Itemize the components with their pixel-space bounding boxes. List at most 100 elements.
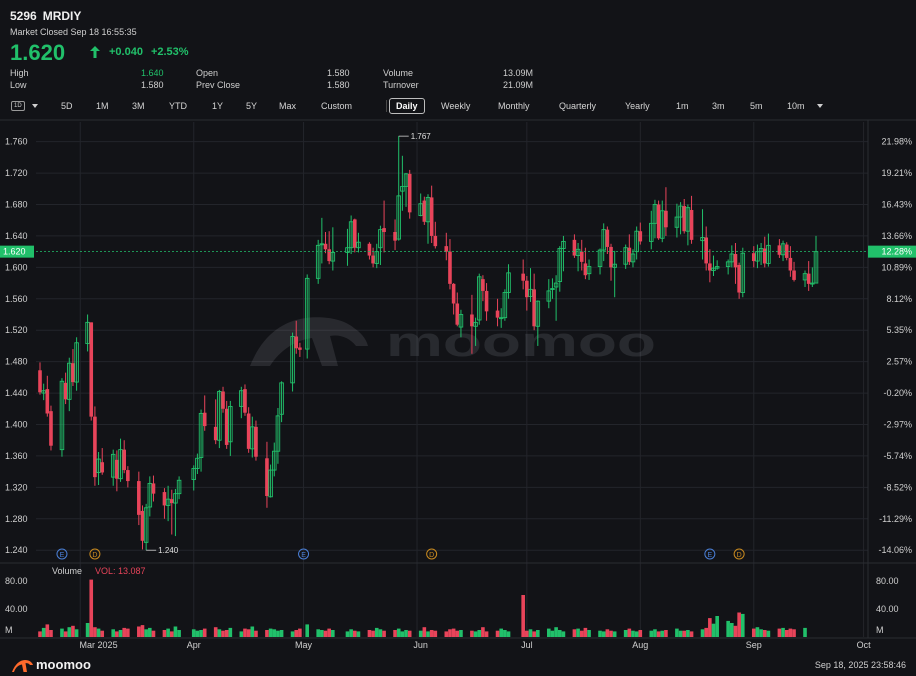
price-tick-label: 1.400 [5, 420, 28, 430]
volume-bar [525, 630, 529, 637]
percent-tick-label: 19.21% [881, 168, 912, 178]
volume-bar [495, 630, 500, 637]
footer-logo-text: moomoo [36, 657, 91, 672]
volume-bar [246, 629, 251, 637]
volume-bar [715, 616, 719, 637]
candle-body [137, 481, 141, 515]
volume-bar [587, 630, 591, 637]
volume-bar [396, 628, 401, 637]
candle-body [751, 253, 756, 262]
volume-bar [448, 629, 452, 637]
percent-tick-label: -2.97% [883, 420, 912, 430]
volume-bar [532, 631, 536, 637]
volume-bar [137, 626, 141, 637]
volume-bar [166, 628, 170, 637]
max-price-label: 1.767 [411, 132, 432, 141]
volume-bar [634, 631, 639, 637]
volume-bar [554, 627, 558, 637]
price-tick-label: 1.600 [5, 262, 28, 272]
candle-body [737, 265, 741, 293]
percent-tick-label: -14.06% [878, 545, 912, 555]
volume-bar [213, 627, 218, 637]
candle-body [762, 248, 767, 264]
candle-body [525, 280, 529, 298]
volume-title: Volume [52, 566, 82, 576]
volume-bar [254, 630, 258, 637]
volume-tick-label: 40.00 [5, 604, 28, 614]
candle-body [382, 228, 386, 232]
candle-body [221, 391, 225, 409]
volume-bar [279, 630, 284, 637]
volume-bar [191, 629, 196, 637]
volume-bar [93, 627, 97, 637]
price-tick-label: 1.280 [5, 514, 28, 524]
volume-bar [151, 630, 156, 637]
price-tick-label: 1.480 [5, 357, 28, 367]
volume-bar [378, 629, 383, 637]
volume-bar [367, 630, 372, 637]
volume-bar [649, 630, 654, 637]
candle-body [484, 290, 489, 312]
candle-body [93, 416, 97, 478]
x-tick-label: Oct [857, 640, 872, 650]
volume-bar [784, 630, 789, 637]
candle-body [265, 458, 269, 496]
candle-body [371, 255, 375, 264]
x-tick-label: Aug [632, 640, 648, 650]
volume-bar [148, 627, 152, 637]
volume-bar [85, 623, 90, 637]
volume-tick-label-right: 40.00 [876, 604, 899, 614]
volume-bar [521, 595, 525, 637]
candle-body [806, 273, 811, 284]
volume-bar [268, 628, 273, 637]
volume-bar [250, 626, 255, 637]
candle-body [151, 483, 156, 494]
percent-tick-label: 10.89% [881, 262, 912, 272]
candle-body [448, 251, 452, 284]
volume-bar [162, 630, 167, 637]
candle-body [470, 314, 474, 327]
volume-bar [609, 630, 613, 637]
volume-bar [623, 630, 628, 637]
price-chart[interactable]: moomoo 1.767 1.240 1.760 1.720 1.680 1.640 1.… [0, 0, 916, 676]
percent-tick-label: -5.74% [883, 451, 912, 461]
volume-bar [272, 629, 277, 637]
volume-tick-label: M [5, 625, 13, 635]
candle-body [682, 206, 687, 232]
volume-bar [316, 629, 320, 637]
candle-body [481, 279, 485, 291]
percent-tick-label: -8.52% [883, 482, 912, 492]
candle-body [572, 239, 577, 256]
volume-bar [429, 630, 434, 637]
candle-body [704, 237, 708, 264]
candle-body [605, 229, 610, 247]
volume-bar [675, 628, 679, 637]
price-tick-label: 1.680 [5, 200, 28, 210]
volume-bar [751, 628, 756, 637]
volume-bar [576, 628, 580, 637]
watermark-text: moomoo [386, 318, 656, 365]
volume-bar [700, 629, 705, 637]
volume-bar [96, 628, 101, 637]
candle-body [169, 499, 174, 504]
volume-bar [481, 627, 485, 637]
price-tick-label: 1.560 [5, 294, 28, 304]
candle-body [532, 289, 536, 327]
volume-bar [638, 630, 643, 637]
candle-body [140, 510, 145, 541]
candle-body [224, 408, 229, 445]
volume-bar [455, 630, 460, 637]
volume-bar [298, 628, 302, 637]
candle-body [429, 197, 434, 236]
volume-bar [503, 630, 507, 637]
volume-bar [71, 625, 75, 637]
volume-bar [60, 628, 64, 637]
watermark: moomoo [250, 317, 656, 366]
candle-body [422, 200, 427, 222]
chart-grid [0, 119, 916, 639]
volume-bar [418, 630, 423, 637]
candle-body [495, 310, 500, 318]
volume-bar [792, 629, 796, 637]
volume-bar [276, 630, 280, 637]
volume-bar [631, 630, 635, 637]
